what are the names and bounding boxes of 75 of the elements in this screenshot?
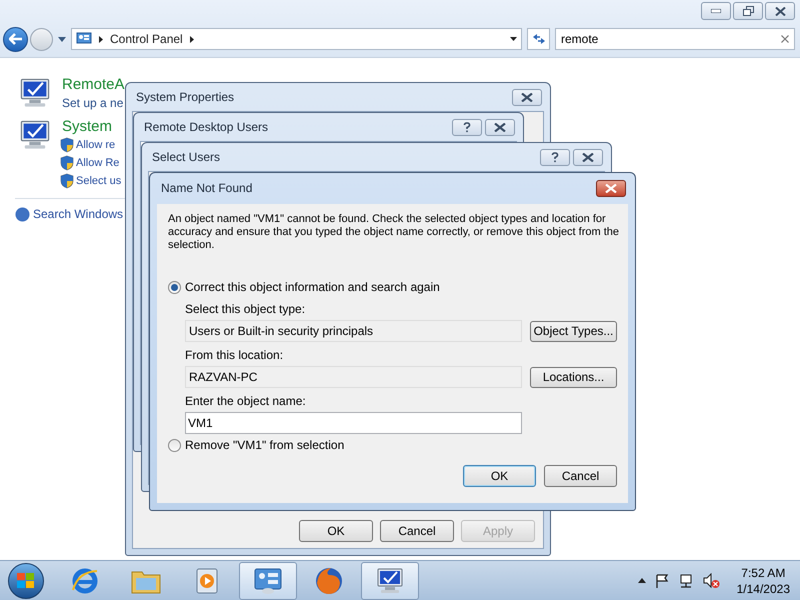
clock-time[interactable]: 7:52 AM: [741, 564, 786, 580]
field-label: From this location:: [185, 347, 284, 364]
radio-button[interactable]: [168, 280, 181, 294]
dialog-title: System Properties: [136, 89, 236, 106]
dialog-button[interactable]: OK: [299, 520, 373, 542]
browser-e-icon: [70, 566, 100, 596]
location-field: RAZVAN-PC: [185, 366, 522, 388]
dialog-title: Select Users: [152, 149, 222, 166]
question-mark-icon: [551, 152, 559, 162]
control-panel-icon: [76, 32, 92, 46]
caret-up-icon[interactable]: [638, 578, 646, 583]
task-link[interactable]: Allow Re: [76, 154, 120, 172]
speaker-muted-icon[interactable]: [702, 572, 720, 588]
field-label: Select this object type:: [185, 301, 306, 318]
close-icon: [582, 152, 594, 162]
minimize-icon: [711, 9, 721, 13]
restore-button[interactable]: [733, 2, 763, 20]
close-icon: [774, 6, 786, 16]
result-description: Set up a ne: [62, 95, 124, 112]
result-title[interactable]: RemoteA: [62, 76, 125, 94]
taskbar-button[interactable]: [239, 562, 297, 600]
close-button[interactable]: [573, 148, 603, 166]
windows-logo-icon: [17, 572, 35, 588]
object-name-input[interactable]: VM1: [185, 412, 522, 434]
question-mark-icon: [463, 122, 471, 132]
refresh-arrows-icon: [532, 33, 546, 45]
search-text: remote: [561, 31, 600, 48]
help-link[interactable]: Search Windows: [33, 205, 124, 223]
help-button[interactable]: [452, 118, 482, 136]
arrow-left-icon: [8, 33, 22, 45]
close-button[interactable]: [485, 118, 515, 136]
task-link[interactable]: Allow re: [76, 136, 116, 154]
restore-icon: [742, 6, 754, 16]
search-field[interactable]: remote: [555, 28, 795, 50]
monitor-icon: [375, 566, 405, 596]
breadcrumb[interactable]: Control Panel: [110, 30, 183, 48]
result-title[interactable]: System: [62, 118, 122, 136]
dialog-title: Name Not Found: [161, 180, 254, 197]
control-panel-icon: [252, 566, 284, 596]
object-type-field: Users or Built-in security principals: [185, 320, 522, 342]
close-icon: [494, 122, 506, 132]
dialog-title: Remote Desktop Users: [144, 119, 270, 136]
dropdown-arrow-icon[interactable]: [510, 37, 517, 41]
flag-icon[interactable]: [654, 574, 669, 588]
clock-date[interactable]: 1/14/2023: [736, 580, 790, 596]
object-types-button[interactable]: Object Types...: [530, 320, 617, 342]
minimize-button[interactable]: [701, 2, 731, 20]
shield-icon: [60, 173, 74, 189]
radio-label: Remove "VM1" from selection: [185, 437, 344, 454]
radio-button[interactable]: [168, 438, 181, 452]
dialog-button[interactable]: Cancel: [544, 465, 617, 487]
refresh-button[interactable]: [527, 28, 550, 50]
clear-icon[interactable]: [781, 35, 789, 43]
error-message: An object named "VM1" cannot be found. Check the selected object types and location for accuracy and ensure that you typed the object name correctly, or remove this object from the selection.: [168, 213, 620, 252]
task-link[interactable]: Select us: [76, 172, 122, 190]
dialog-button[interactable]: OK: [463, 465, 536, 487]
back-button[interactable]: [3, 26, 28, 52]
field-label: Enter the object name:: [185, 393, 307, 410]
shield-icon: [60, 155, 74, 171]
help-button[interactable]: [540, 148, 570, 166]
close-icon: [605, 184, 617, 192]
network-icon[interactable]: [678, 572, 694, 588]
chevron-right-icon: [99, 36, 103, 42]
close-button[interactable]: [512, 88, 542, 106]
start-button[interactable]: [8, 562, 44, 598]
close-button[interactable]: [596, 180, 626, 196]
chevron-right-icon: [190, 36, 194, 42]
dialog-button[interactable]: Cancel: [380, 520, 454, 542]
address-bar[interactable]: Control Panel: [71, 28, 522, 50]
close-button[interactable]: [765, 2, 795, 20]
radio-label: Correct this object information and search again: [185, 279, 440, 296]
shield-icon: [60, 137, 74, 153]
locations-button[interactable]: Locations...: [530, 366, 617, 388]
taskbar-button[interactable]: [361, 562, 419, 600]
close-icon: [521, 92, 533, 102]
